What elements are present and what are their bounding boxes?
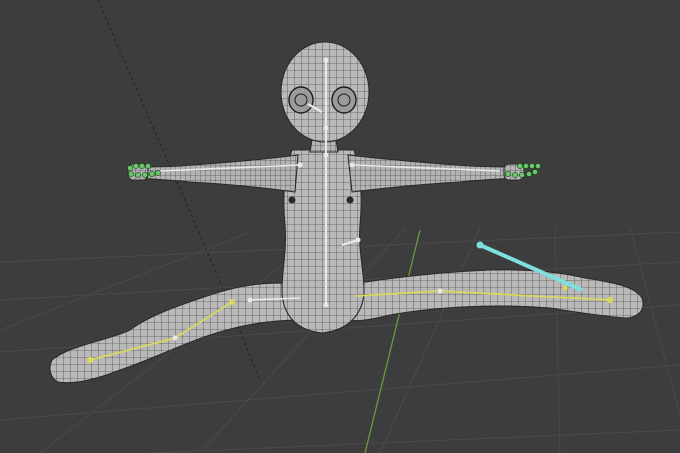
- right-hand-finger-control-3[interactable]: [535, 163, 541, 169]
- right-chest-mark: [346, 196, 354, 204]
- right-leg-mesh[interactable]: [344, 269, 644, 322]
- grid-line-v-3: [554, 227, 561, 453]
- right-hand-finger-control-0[interactable]: [517, 163, 523, 169]
- joint-right-ankle[interactable]: [606, 296, 614, 304]
- left-hand-finger-control-6[interactable]: [142, 172, 148, 178]
- right-hand-finger-control-1[interactable]: [523, 163, 529, 169]
- viewport-scene[interactable]: [0, 0, 680, 453]
- joint-left-hip[interactable]: [229, 299, 235, 305]
- left-hand-finger-control-0[interactable]: [127, 165, 133, 171]
- left-hand-finger-control-1[interactable]: [133, 163, 139, 169]
- right-hand-finger-control-8[interactable]: [532, 169, 538, 175]
- joint-left-ankle[interactable]: [86, 356, 94, 364]
- right-eye-socket: [331, 86, 357, 114]
- joint-pelvis-left[interactable]: [247, 297, 253, 303]
- left-eye-socket: [288, 86, 314, 114]
- joint-hip[interactable]: [323, 302, 329, 308]
- right-hand-finger-control-5[interactable]: [512, 172, 518, 178]
- right-hand-finger-control-6[interactable]: [519, 172, 525, 178]
- joint-head-top[interactable]: [323, 57, 329, 63]
- joint-left-shoulder[interactable]: [297, 162, 303, 168]
- right-hand-finger-control-7[interactable]: [526, 171, 532, 177]
- left-hand-finger-control-8[interactable]: [155, 170, 161, 176]
- joint-chest[interactable]: [323, 152, 329, 158]
- dark-x-axis: [97, 0, 216, 271]
- joint-right-knee[interactable]: [437, 288, 443, 294]
- left-hand-finger-control-3[interactable]: [145, 163, 151, 169]
- joint-right-shoulder[interactable]: [349, 162, 355, 168]
- joint-left-knee[interactable]: [172, 335, 178, 341]
- left-hand-finger-control-7[interactable]: [149, 171, 155, 177]
- right-arm-mesh[interactable]: [347, 154, 517, 193]
- left-hand-finger-control-4[interactable]: [128, 171, 134, 177]
- grid-line-h-4: [149, 429, 680, 453]
- joint-chest-bone[interactable]: [355, 237, 361, 243]
- 3d-viewport[interactable]: [0, 0, 680, 453]
- grid-line-v-4: [629, 227, 680, 416]
- world-axes: [97, 0, 421, 453]
- left-leg-mesh[interactable]: [49, 282, 301, 384]
- grid-line-v-2: [379, 227, 481, 453]
- ik-control-handle[interactable]: [476, 241, 484, 249]
- left-hand-finger-control-5[interactable]: [135, 172, 141, 178]
- joint-right-foot[interactable]: [562, 285, 568, 291]
- right-hand-finger-control-4[interactable]: [505, 171, 511, 177]
- left-chest-mark: [288, 196, 296, 204]
- left-hand-finger-control-2[interactable]: [139, 163, 145, 169]
- joint-neck[interactable]: [323, 125, 329, 131]
- character-mesh[interactable]: [49, 41, 644, 384]
- right-hand-finger-control-2[interactable]: [529, 163, 535, 169]
